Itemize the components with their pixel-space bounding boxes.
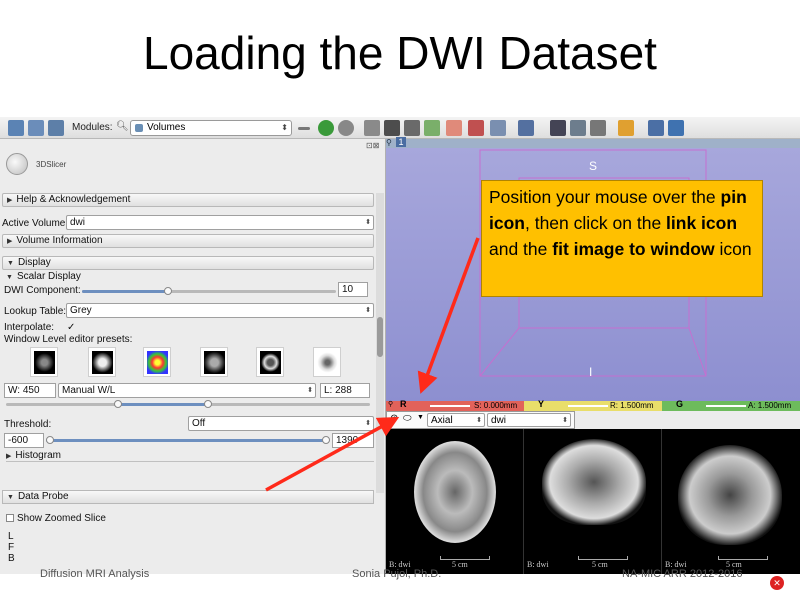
- close-icon[interactable]: ✕: [770, 576, 784, 590]
- annotation-arrows: [265, 237, 480, 492]
- slide-footer: Diffusion MRI Analysis Sonia Pujol, Ph.D…: [0, 566, 800, 600]
- arrow-to-slice-controller: [265, 416, 400, 492]
- footer-right: NA-MIC ARR 2012-2016: [622, 568, 743, 580]
- footer-left: Diffusion MRI Analysis: [40, 568, 150, 580]
- slide: Loading the DWI Dataset Modules: 🔍︎ Volu…: [0, 0, 800, 600]
- footer-center: Sonia Pujol, Ph.D.: [352, 568, 442, 580]
- arrow-to-pin: [417, 237, 480, 394]
